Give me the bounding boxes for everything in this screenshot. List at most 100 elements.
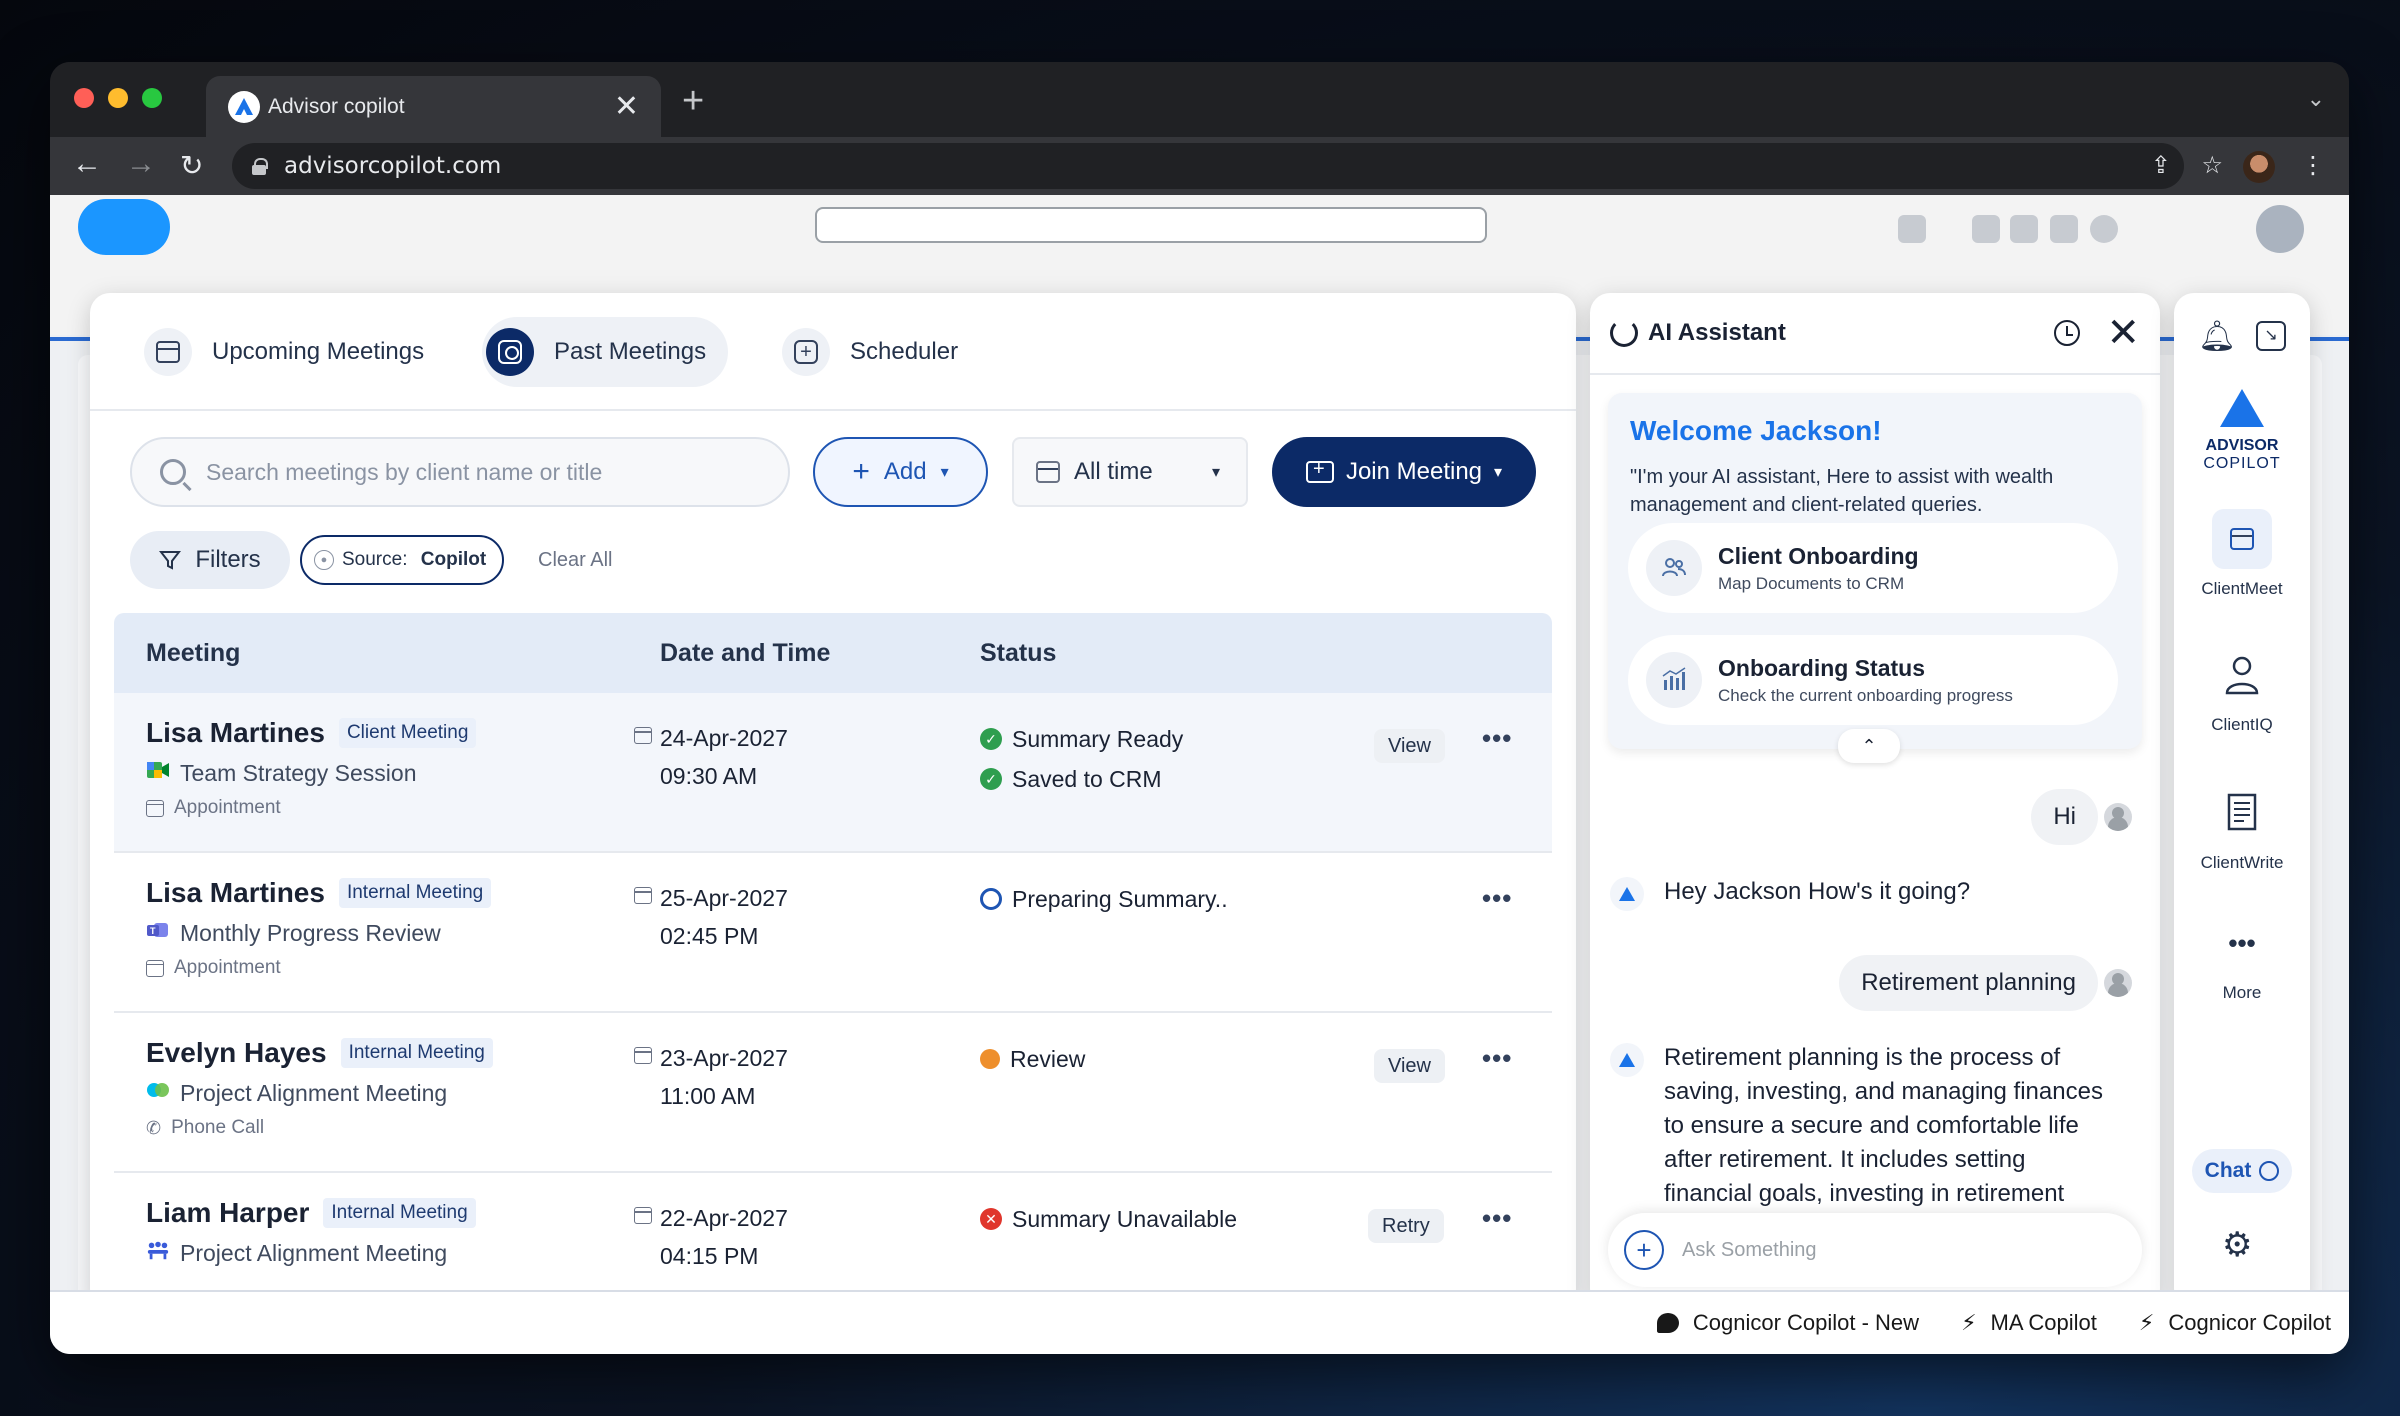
search-placeholder: Search meetings by client name or title [206, 458, 603, 485]
tab-search-icon[interactable]: ⌄ [2307, 86, 2325, 112]
client-name[interactable]: Lisa Martines [146, 877, 325, 909]
meeting-type-chip: Internal Meeting [338, 878, 492, 908]
webex-icon [146, 1079, 170, 1107]
browser-menu-icon[interactable]: ⋮ [2301, 151, 2325, 180]
close-icon[interactable]: ✕ [2106, 313, 2140, 353]
status-badge: ✕ Summary Unavailable [980, 1199, 1237, 1239]
add-button[interactable]: + Add ▾ [813, 437, 988, 507]
join-label: Join Meeting [1345, 458, 1483, 485]
refresh-icon[interactable] [1610, 319, 1638, 347]
advisor-logo-icon [2220, 389, 2264, 427]
client-name[interactable]: Liam Harper [146, 1197, 309, 1229]
more-options-icon[interactable]: ••• [1482, 1043, 1512, 1074]
reload-icon[interactable]: ↻ [180, 149, 203, 182]
column-header-meeting: Meeting [146, 639, 241, 667]
meeting-date: 25-Apr-2027 [660, 885, 788, 911]
tab-strip: Advisor copilot ✕ + ⌄ [50, 62, 2349, 137]
rail-item-clientiq[interactable]: ClientIQ [2174, 645, 2310, 735]
ask-input[interactable]: + Ask Something [1608, 1213, 2142, 1287]
google-meet-icon [146, 759, 170, 787]
settings-gear-icon[interactable]: ⚙ [2222, 1225, 2252, 1265]
crm-search-input[interactable] [815, 207, 1487, 243]
meetings-tabs: Upcoming Meetings Past Meetings + Schedu… [90, 293, 1576, 411]
meeting-kind: Appointment [174, 797, 281, 818]
check-circle-icon: ✓ [980, 768, 1002, 790]
filters-button[interactable]: Filters [130, 531, 290, 589]
advisor-copilot-logo: ADVISOR COPILOT [2174, 389, 2310, 473]
table-row[interactable]: Liam Harper Internal Meeting Project Align… [114, 1173, 1552, 1309]
join-meeting-button[interactable]: Join Meeting ▾ [1272, 437, 1536, 507]
chat-button[interactable]: Chat [2192, 1149, 2292, 1193]
client-name[interactable]: Lisa Martines [146, 717, 325, 749]
calendar-icon [2212, 509, 2272, 569]
quick-action-client-onboarding[interactable]: Client Onboarding Map Documents to CRM [1628, 523, 2118, 613]
tab-upcoming-meetings[interactable]: Upcoming Meetings [140, 317, 446, 387]
tab-label: Upcoming Meetings [212, 338, 425, 365]
utility-item-cognicor[interactable]: ⚡︎ Cognicor Copilot [2139, 1310, 2331, 1336]
browser-tab[interactable]: Advisor copilot ✕ [206, 76, 661, 137]
close-window-button[interactable] [74, 88, 94, 108]
rail-label: ClientMeet [2201, 579, 2283, 598]
collapse-chevron-up-icon[interactable]: ⌃ [1838, 729, 1900, 763]
tab-label: Past Meetings [554, 338, 707, 365]
rail-item-clientwrite[interactable]: ClientWrite [2174, 783, 2310, 873]
share-icon[interactable]: ⇪ [2151, 151, 2171, 180]
forward-icon[interactable]: → [126, 147, 156, 181]
minimize-window-button[interactable] [108, 88, 128, 108]
assistant-header: AI Assistant ✕ [1590, 293, 2160, 375]
table-row[interactable]: Lisa Martines Client Meeting Team Strategy… [114, 693, 1552, 853]
meeting-type-chip: Internal Meeting [340, 1038, 493, 1068]
back-icon[interactable]: ← [72, 147, 102, 181]
bell-icon[interactable]: 🔔︎ [2198, 319, 2236, 354]
tab-past-meetings[interactable]: Past Meetings [482, 317, 729, 387]
profile-avatar[interactable] [2243, 151, 2275, 183]
user-avatar [2104, 969, 2132, 997]
plus-icon: + [852, 455, 870, 488]
history-icon [486, 328, 534, 376]
add-attachment-icon[interactable]: + [1624, 1230, 1664, 1270]
calendar-icon [634, 887, 652, 904]
meeting-title: Monthly Progress Review [180, 919, 441, 946]
clear-all-link[interactable]: Clear All [538, 549, 612, 572]
bookmark-star-icon[interactable]: ☆ [2201, 151, 2223, 180]
tab-scheduler[interactable]: + Scheduler [778, 317, 980, 387]
expand-icon[interactable]: ↘ [2256, 321, 2286, 351]
view-button[interactable]: View [1374, 729, 1445, 763]
meeting-kind: Appointment [174, 957, 281, 978]
utility-item-ma-copilot[interactable]: ⚡︎ MA Copilot [1961, 1310, 2097, 1336]
meetings-table: Meeting Date and Time Status Lisa Martin… [114, 613, 1552, 1309]
group-meeting-icon [146, 1239, 170, 1267]
source-filter-chip[interactable]: ● Source: Copilot [300, 535, 505, 585]
rail-item-clientmeet[interactable]: ClientMeet [2174, 509, 2310, 599]
table-row[interactable]: Evelyn Hayes Internal Meeting Project Alig… [114, 1013, 1552, 1173]
close-tab-icon[interactable]: ✕ [614, 89, 639, 124]
table-row[interactable]: Lisa Martines Internal Meeting T Monthly Pr… [114, 853, 1552, 1013]
maximize-window-button[interactable] [142, 88, 162, 108]
add-label: Add [883, 458, 927, 485]
url-text: advisorcopilot.com [284, 153, 502, 179]
quick-action-onboarding-status[interactable]: Onboarding Status Check the current onbo… [1628, 635, 2118, 725]
history-icon[interactable] [2054, 320, 2081, 346]
address-bar[interactable]: advisorcopilot.com [232, 143, 2184, 189]
more-options-icon[interactable]: ••• [1482, 723, 1512, 754]
progress-ring-icon [980, 888, 1002, 910]
utility-item-cognicor-new[interactable]: Cognicor Copilot - New [1656, 1310, 1919, 1336]
more-options-icon[interactable]: ••• [1482, 883, 1512, 914]
client-name[interactable]: Evelyn Hayes [146, 1037, 327, 1069]
view-button[interactable]: View [1374, 1049, 1445, 1083]
meeting-search-input[interactable]: Search meetings by client name or title [130, 437, 790, 507]
chat-label: Chat [2204, 1159, 2252, 1182]
document-icon [2212, 783, 2272, 843]
calendar-icon [146, 959, 164, 977]
error-x-icon: ✕ [980, 1208, 1002, 1230]
web-page: Upcoming Meetings Past Meetings + Schedu… [50, 195, 2349, 1354]
time-filter-select[interactable]: All time ▾ [1012, 437, 1248, 507]
browser-toolbar: ← → ↻ advisorcopilot.com ⇪ ☆ ⋮ [50, 137, 2349, 195]
more-options-icon[interactable]: ••• [1482, 1203, 1512, 1234]
utility-label: Cognicor Copilot [2168, 1310, 2331, 1335]
calendar-icon [1036, 461, 1060, 483]
retry-button[interactable]: Retry [1368, 1209, 1444, 1243]
utility-bar: Cognicor Copilot - New ⚡︎ MA Copilot ⚡︎ … [50, 1290, 2349, 1354]
new-tab-button[interactable]: + [682, 80, 704, 123]
rail-item-more[interactable]: ••• More [2174, 913, 2310, 1003]
